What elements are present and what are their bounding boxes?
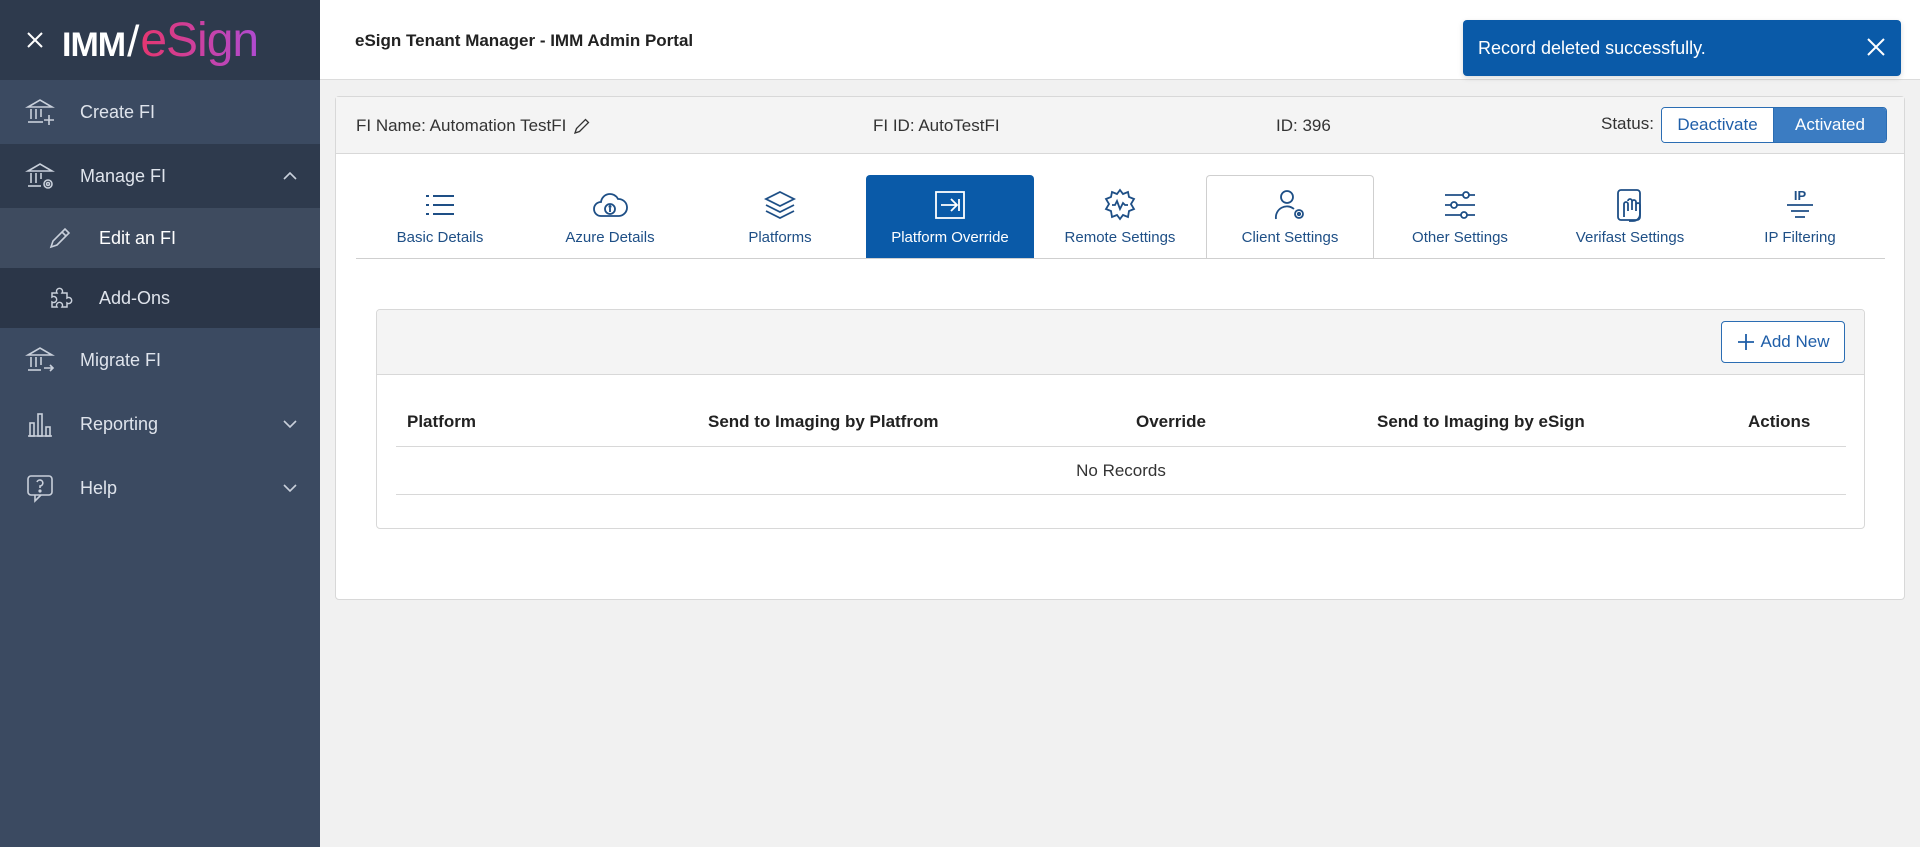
column-header-actions: Actions (1748, 412, 1811, 431)
close-icon[interactable] (1863, 34, 1889, 60)
sidebar-item-add-ons[interactable]: Add-Ons (0, 268, 320, 328)
edit-pencil-icon[interactable] (572, 116, 592, 136)
sidebar: IMM / eSign Create FI Manage FI Edit an FI… (0, 0, 320, 847)
add-new-button[interactable]: Add New (1721, 321, 1845, 363)
question-bubble-icon (25, 473, 55, 503)
platform-override-panel: Add New Platform Send to Imaging by Plat… (376, 309, 1865, 529)
status-label: Status: (1601, 114, 1654, 133)
tab-azure-details[interactable]: Azure Details (526, 175, 694, 258)
tab-label: Basic Details (396, 229, 484, 246)
chevron-up-icon (283, 171, 297, 180)
arrow-into-box-icon (932, 187, 968, 223)
bank-plus-icon (25, 97, 55, 127)
settings-tabs: Basic Details Azure Details Platforms Pl… (356, 175, 1885, 259)
bank-arrow-icon (25, 345, 55, 375)
list-icon (422, 187, 458, 223)
record-id: ID: 396 (1276, 116, 1331, 135)
tab-remote-settings[interactable]: Remote Settings (1036, 175, 1204, 258)
column-header-send-imaging-platform[interactable]: Send to Imaging by Platfrom (708, 412, 938, 432)
tab-label: Platforms (748, 229, 812, 246)
layers-icon (762, 187, 798, 223)
sliders-icon (1442, 187, 1478, 223)
sidebar-item-label: Add-Ons (99, 287, 171, 308)
tab-label: Platform Override (891, 229, 1009, 246)
puzzle-icon (45, 283, 75, 313)
page-title: eSign Tenant Manager - IMM Admin Portal (355, 31, 694, 50)
chevron-down-icon (283, 484, 297, 493)
sidebar-item-label: Manage FI (80, 165, 167, 186)
hand-phone-icon (1612, 187, 1648, 223)
tab-label: Azure Details (565, 229, 655, 246)
deactivate-button[interactable]: Deactivate (1662, 108, 1774, 142)
toast-message: Record deleted successfully. (1478, 37, 1706, 58)
override-table: Platform Send to Imaging by Platfrom Ove… (396, 399, 1846, 495)
sidebar-item-label: Create FI (80, 101, 156, 122)
pencil-icon (45, 223, 75, 253)
tab-basic-details[interactable]: Basic Details (356, 175, 524, 258)
svg-text:IP: IP (1794, 188, 1807, 203)
user-gear-icon (1272, 187, 1308, 223)
tab-other-settings[interactable]: Other Settings (1376, 175, 1544, 258)
sidebar-item-create-fi[interactable]: Create FI (0, 80, 320, 144)
tab-label: Remote Settings (1064, 229, 1176, 246)
sidebar-item-label: Help (80, 477, 118, 498)
fi-info-bar: FI Name: Automation TestFI FI ID: AutoTe… (336, 97, 1904, 154)
tab-label: Client Settings (1241, 229, 1339, 246)
empty-state: No Records (396, 447, 1846, 495)
sidebar-item-label: Edit an FI (99, 227, 177, 248)
logo: IMM / eSign (62, 13, 259, 67)
table-header: Platform Send to Imaging by Platfrom Ove… (396, 399, 1846, 447)
sidebar-item-label: Reporting (80, 413, 159, 434)
gear-wave-icon (1102, 187, 1138, 223)
tab-client-settings[interactable]: Client Settings (1206, 175, 1374, 258)
tab-label: IP Filtering (1764, 229, 1836, 246)
success-toast: Record deleted successfully. (1463, 20, 1901, 76)
fi-name: FI Name: Automation TestFI (356, 116, 592, 136)
column-header-override[interactable]: Override (1136, 412, 1206, 432)
tab-ip-filtering[interactable]: IP IP Filtering (1716, 175, 1884, 258)
fi-name-text: FI Name: Automation TestFI (356, 116, 567, 135)
sidebar-item-migrate-fi[interactable]: Migrate FI (0, 328, 320, 392)
activated-button[interactable]: Activated (1774, 108, 1886, 142)
add-new-label: Add New (1760, 332, 1830, 351)
status-toggle: Deactivate Activated (1661, 107, 1887, 143)
bank-gear-icon (25, 161, 55, 191)
tab-verifast-settings[interactable]: Verifast Settings (1546, 175, 1714, 258)
chevron-down-icon (283, 420, 297, 429)
tab-label: Other Settings (1412, 229, 1508, 246)
ip-filter-icon: IP (1782, 187, 1818, 223)
column-header-platform[interactable]: Platform (407, 412, 476, 432)
sidebar-item-label: Migrate FI (80, 349, 162, 370)
bar-chart-icon (25, 409, 55, 439)
column-header-send-imaging-esign[interactable]: Send to Imaging by eSign (1377, 412, 1585, 432)
close-icon[interactable] (22, 27, 48, 53)
fi-card: FI Name: Automation TestFI FI ID: AutoTe… (335, 96, 1905, 600)
plus-icon (1737, 334, 1754, 350)
sidebar-item-reporting[interactable]: Reporting (0, 392, 320, 456)
sidebar-item-edit-fi[interactable]: Edit an FI (0, 208, 320, 268)
sidebar-item-help[interactable]: Help (0, 456, 320, 520)
cloud-info-icon (592, 187, 628, 223)
sidebar-header: IMM / eSign (0, 0, 320, 80)
tab-platforms[interactable]: Platforms (696, 175, 864, 258)
panel-header: Add New (377, 310, 1864, 375)
tab-label: Verifast Settings (1575, 229, 1685, 246)
fi-id: FI ID: AutoTestFI (873, 116, 1000, 135)
sidebar-item-manage-fi[interactable]: Manage FI (0, 144, 320, 208)
tab-platform-override[interactable]: Platform Override (866, 175, 1034, 258)
